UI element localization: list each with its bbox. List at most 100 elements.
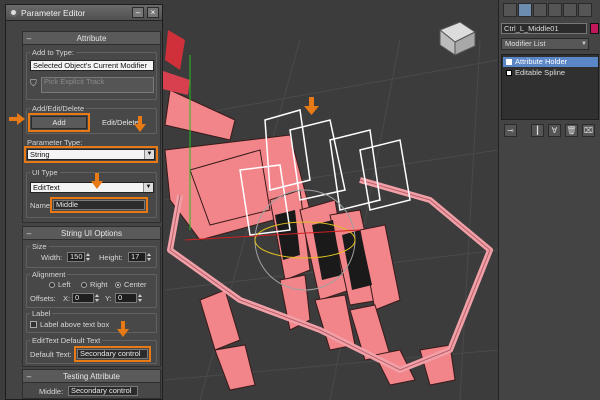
pick-track-field[interactable]: Pick Explicit Track (41, 77, 154, 93)
minimize-button[interactable]: – (132, 7, 144, 18)
alignment-group: Alignment Left Right Center Offsets: X: … (26, 270, 157, 308)
height-spinner-icon[interactable] (147, 252, 152, 262)
chevron-down-icon: ▼ (144, 150, 154, 159)
object-color-swatch[interactable] (590, 23, 599, 34)
show-end-result-icon[interactable]: ┃ (531, 124, 544, 137)
configure-sets-icon[interactable]: ⌧ (582, 124, 595, 137)
collapse-icon: – (26, 371, 32, 381)
size-label: Size (30, 242, 49, 251)
pin-stack-icon[interactable]: ⊸ (504, 124, 517, 137)
parameter-editor-window: Parameter Editor – × – Attribute Add to … (5, 4, 163, 400)
annotation-arrow-icon (117, 321, 129, 337)
default-text-value: Secondary control (80, 349, 141, 358)
width-label: Width: (41, 253, 63, 262)
testing-attribute-title: Testing Attribute (63, 371, 120, 381)
align-left-label: Left (58, 280, 71, 289)
app-icon (9, 8, 18, 17)
name-value: Middle (56, 200, 79, 209)
modifier-list-dropdown[interactable]: Modifier List ▼ (501, 38, 589, 50)
default-text-label: Default Text: (30, 350, 72, 359)
create-tab-icon[interactable] (503, 3, 517, 17)
offset-x-spinner-icon[interactable] (95, 293, 100, 303)
stack-item-label: Attribute Holder (515, 57, 568, 66)
lightbulb-icon[interactable] (506, 59, 512, 65)
ui-type-group: UI Type EditText ▼ Name: Middle (26, 168, 157, 218)
ui-type-value: EditText (33, 183, 60, 192)
offsets-label: Offsets: (30, 294, 56, 303)
expand-icon[interactable] (506, 70, 512, 76)
string-ui-options-header[interactable]: – String UI Options (23, 227, 160, 240)
align-center-radio[interactable] (115, 282, 121, 288)
object-name-input[interactable]: Ctrl_L_Middle01 (501, 23, 587, 34)
pick-track-label: Pick Explicit Track (44, 77, 105, 86)
make-unique-icon[interactable]: ∀ (548, 124, 561, 137)
add-button[interactable]: Add (28, 113, 90, 132)
remove-modifier-icon[interactable]: 🗑 (565, 124, 578, 137)
display-tab-icon[interactable] (563, 3, 577, 17)
attribute-title: Attribute (76, 33, 107, 43)
name-label: Name: (30, 201, 53, 210)
pick-track-icon[interactable]: ⛉ (30, 78, 37, 89)
parameter-type-label: Parameter Type: (27, 138, 83, 147)
width-spinner-icon[interactable] (86, 252, 91, 262)
annotation-arrow-icon (9, 113, 25, 125)
offset-y-spinner-icon[interactable] (138, 293, 143, 303)
collapse-icon: – (26, 228, 32, 238)
add-to-type-dropdown[interactable]: Selected Object's Current Modifier (30, 60, 154, 71)
edittext-default-group: EditText Default Text Default Text: Seco… (26, 336, 157, 364)
stack-item-editable-spline[interactable]: Editable Spline (503, 68, 598, 78)
stack-item-label: Editable Spline (515, 68, 566, 77)
middle-label: Middle: (39, 387, 64, 396)
width-value: 150 (70, 252, 83, 261)
string-ui-options-rollout: – String UI Options Size Width: 150 Heig… (22, 226, 161, 367)
label-above-label: Label above text box (40, 320, 110, 329)
object-name-value: Ctrl_L_Middle01 (504, 24, 559, 33)
chevron-down-icon: ▼ (581, 41, 587, 47)
motion-tab-icon[interactable] (548, 3, 562, 17)
align-center-label: Center (124, 280, 147, 289)
add-edit-delete-label: Add/Edit/Delete (30, 104, 87, 113)
testing-attribute-rollout: – Testing Attribute Middle: Secondary co… (22, 369, 161, 399)
offset-y-label: Y: (105, 294, 112, 303)
add-to-type-label: Add to Type: (30, 48, 76, 57)
name-input[interactable]: Middle (50, 197, 148, 213)
offset-x-input[interactable]: 0 (72, 293, 94, 303)
annotation-arrow-icon (134, 116, 146, 132)
modify-tab-icon[interactable] (518, 3, 532, 17)
testing-attribute-header[interactable]: – Testing Attribute (23, 370, 160, 383)
width-input[interactable]: 150 (67, 252, 85, 262)
parameter-type-dropdown[interactable]: String ▼ (24, 146, 158, 163)
add-to-type-group: Add to Type: Selected Object's Current M… (26, 48, 157, 100)
default-text-input[interactable]: Secondary control (74, 346, 151, 362)
hierarchy-tab-icon[interactable] (533, 3, 547, 17)
ui-type-label: UI Type (30, 168, 60, 177)
modifier-stack: Attribute Holder Editable Spline (501, 54, 599, 120)
string-ui-options-title: String UI Options (61, 228, 122, 238)
align-right-radio[interactable] (81, 282, 87, 288)
offset-y-value: 0 (118, 293, 123, 302)
add-to-type-value: Selected Object's Current Modifier (33, 61, 147, 70)
middle-value: Secondary control (71, 386, 132, 395)
utilities-tab-icon[interactable] (578, 3, 592, 17)
height-input[interactable]: 17 (128, 252, 146, 262)
window-title: Parameter Editor (21, 7, 86, 18)
height-label: Height: (99, 253, 123, 262)
label-above-checkbox[interactable] (30, 321, 37, 328)
offset-x-value: 0 (75, 293, 80, 302)
collapse-icon: – (26, 33, 32, 43)
align-left-radio[interactable] (49, 282, 55, 288)
parameter-type-value: String (30, 150, 50, 159)
height-value: 17 (131, 252, 140, 261)
close-button[interactable]: × (147, 7, 159, 18)
chevron-down-icon: ▼ (143, 183, 153, 192)
edittext-default-label: EditText Default Text (30, 336, 103, 345)
offset-x-label: X: (63, 294, 71, 303)
size-group: Size Width: 150 Height: 17 (26, 242, 157, 268)
middle-input[interactable]: Secondary control (68, 386, 138, 396)
offset-y-input[interactable]: 0 (115, 293, 137, 303)
alignment-label: Alignment (30, 270, 68, 279)
modifier-list-label: Modifier List (505, 39, 546, 48)
attribute-rollout-header[interactable]: – Attribute (23, 32, 160, 45)
label-group: Label Label above text box (26, 309, 157, 333)
stack-item-attribute-holder[interactable]: Attribute Holder (503, 57, 598, 67)
